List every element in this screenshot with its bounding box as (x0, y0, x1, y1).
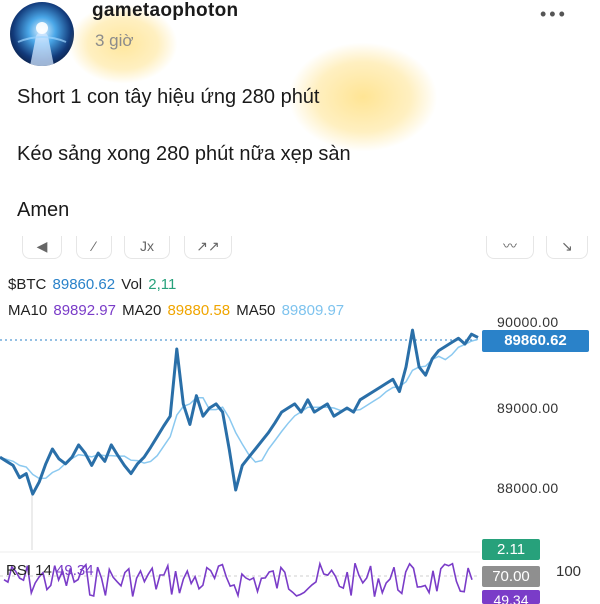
chart-tool-down-icon[interactable]: ↘ (546, 236, 588, 259)
rsi-legend-value: 49.34 (56, 562, 94, 579)
chart-tool-line-icon[interactable]: ⁄ (76, 236, 112, 259)
rsi-legend: RSI 14 49.34 (6, 562, 94, 579)
current-price-tag: 89860.62 (482, 330, 589, 352)
chart-info-line-2: MA10 89892.97 MA20 89880.58 MA50 89809.9… (8, 302, 346, 319)
post-timestamp: 3 giờ (95, 31, 134, 50)
chart-tool-trend-icon[interactable]: ↗↗ (184, 236, 232, 259)
price-value: 89860.62 (52, 276, 116, 293)
avatar-image (10, 2, 74, 66)
axis-label-low: 88000.00 (497, 480, 559, 496)
chart-info-line-1: $BTC 89860.62 Vol 2,11 (8, 276, 178, 293)
rsi-axis-label: 100 (556, 563, 582, 580)
ma10-label: MA10 (8, 302, 48, 319)
axis-label-mid: 89000.00 (497, 400, 559, 416)
ma20-value: 89880.58 (167, 302, 231, 319)
volume-tag: 2.11 (482, 539, 540, 560)
ma10-value: 89892.97 (53, 302, 116, 319)
post-text-line-2: Kéo sảng xong 280 phút nữa xẹp sàn (17, 143, 351, 165)
avatar[interactable] (10, 2, 74, 66)
symbol-label: $BTC (8, 276, 47, 293)
post-author[interactable]: gametaophoton (92, 0, 238, 22)
vol-value: 2,11 (148, 276, 177, 293)
chart-tool-back-icon[interactable]: ◀ (22, 236, 62, 259)
ma20-label: MA20 (122, 302, 162, 319)
rsi-value-tag: 49.34 (482, 590, 540, 604)
more-options-icon[interactable]: ••• (540, 4, 568, 25)
chart-tool-wave-icon[interactable]: 〰 (486, 236, 534, 259)
chart-tool-function-icon[interactable]: Jx (124, 236, 170, 259)
post-text-line-1: Short 1 con tây hiệu ứng 280 phút (17, 86, 320, 108)
ma50-label: MA50 (236, 302, 276, 319)
vol-label: Vol (121, 276, 143, 293)
rsi-label: RSI 14 (6, 562, 52, 579)
axis-label-top: 90000.00 (497, 314, 559, 330)
post-text-line-3: Amen (17, 199, 70, 221)
rsi-70-tag: 70.00 (482, 566, 540, 587)
ma50-value: 89809.97 (281, 302, 345, 319)
btc-price-line (0, 328, 479, 496)
